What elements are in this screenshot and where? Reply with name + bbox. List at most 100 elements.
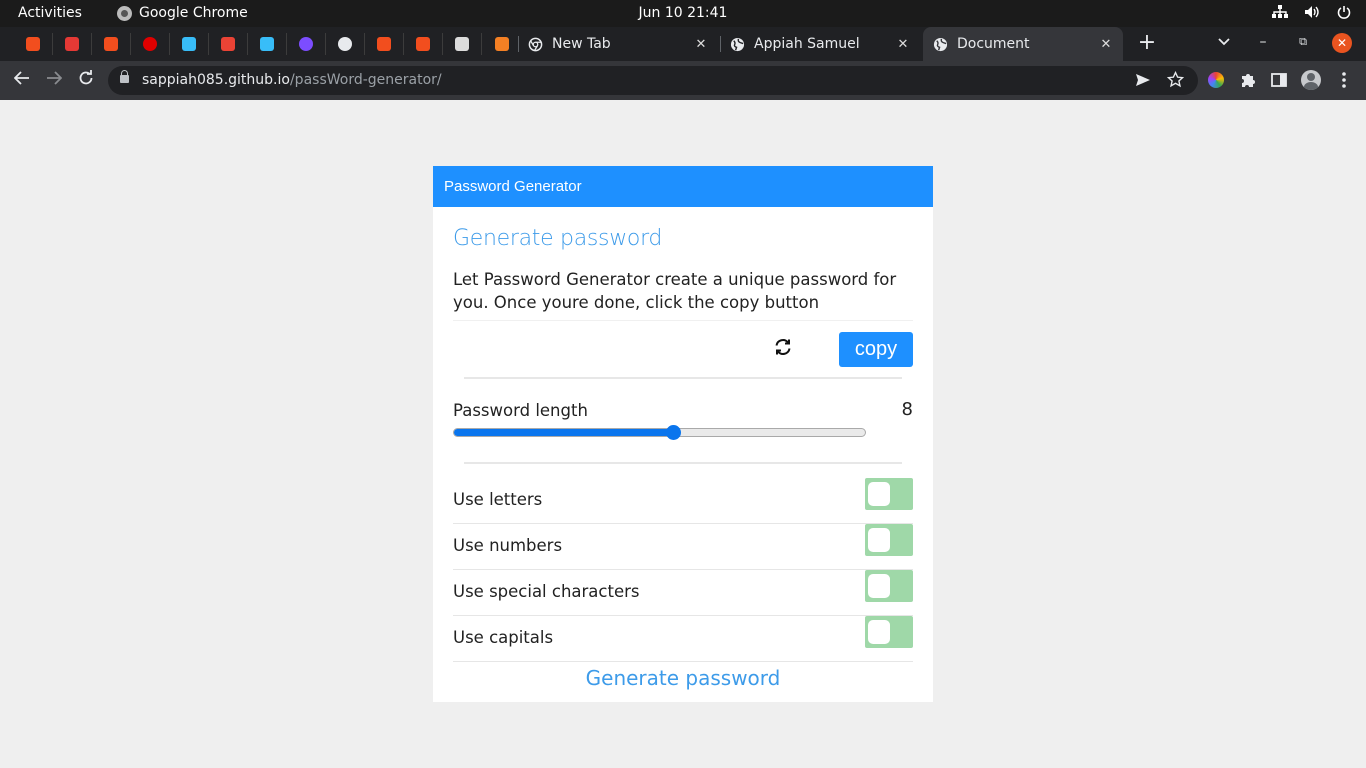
tab-search-icon[interactable]	[1213, 31, 1235, 53]
chrome-icon	[117, 5, 132, 21]
tab-strip: New Tab ✕ Appiah Samuel ✕ Document ✕ + –…	[0, 27, 1366, 61]
special-characters-toggle[interactable]	[865, 570, 913, 602]
figma-icon	[104, 37, 118, 51]
app-menu[interactable]: Google Chrome	[117, 5, 248, 21]
pinned-tab[interactable]	[287, 33, 326, 55]
side-panel-icon[interactable]	[1268, 69, 1290, 91]
tab-title: New Tab	[552, 36, 611, 52]
power-icon[interactable]	[1336, 4, 1352, 20]
pinned-tab[interactable]	[443, 33, 482, 55]
option-label: Use numbers	[453, 536, 563, 555]
stackoverflow-icon	[494, 37, 509, 51]
card-header: Password Generator	[433, 166, 933, 207]
toggle-knob	[868, 574, 890, 598]
reload-icon[interactable]	[74, 69, 98, 93]
browser-toolbar: sappiah085.github.io/passWord-generator/	[0, 61, 1366, 100]
password-length-label: Password length	[453, 401, 588, 420]
gmail-icon	[221, 37, 235, 51]
dashed-logo-icon	[65, 37, 79, 51]
pinned-tab[interactable]	[131, 33, 170, 55]
tab-title: Document	[957, 36, 1030, 52]
address-bar[interactable]: sappiah085.github.io/passWord-generator/	[108, 66, 1198, 95]
close-icon[interactable]: ✕	[894, 37, 912, 52]
option-use-capitals: Use capitals	[453, 616, 913, 662]
password-length-slider[interactable]	[453, 425, 866, 440]
url-text: sappiah085.github.io/passWord-generator/	[142, 72, 442, 88]
tab-new-tab[interactable]: New Tab ✕	[518, 27, 718, 61]
window-close-icon[interactable]: ✕	[1332, 33, 1352, 53]
url-host: sappiah085.github.io	[142, 72, 290, 88]
option-use-numbers: Use numbers	[453, 524, 913, 570]
copy-button[interactable]: copy	[839, 332, 913, 367]
pinned-tab[interactable]	[365, 33, 404, 55]
capitals-toggle[interactable]	[865, 616, 913, 648]
pinned-tab[interactable]	[482, 33, 521, 55]
hand-icon	[455, 37, 469, 51]
restore-icon[interactable]: ⧉	[1292, 31, 1314, 53]
password-generator-card: Password Generator Generate password Let…	[433, 166, 933, 702]
pinned-tab[interactable]	[209, 33, 248, 55]
tab-title: Appiah Samuel	[754, 36, 860, 52]
password-output-row: copy	[453, 320, 913, 372]
divider	[464, 377, 902, 379]
tab-appiah-samuel[interactable]: Appiah Samuel ✕	[720, 27, 920, 61]
numbers-toggle[interactable]	[865, 524, 913, 556]
globe-icon	[338, 37, 352, 51]
figma-icon	[377, 37, 391, 51]
letters-toggle[interactable]	[865, 478, 913, 510]
system-tray[interactable]	[1272, 4, 1352, 20]
minimize-icon[interactable]: –	[1252, 31, 1274, 53]
lock-icon[interactable]	[120, 70, 129, 83]
pinned-tab[interactable]	[92, 33, 131, 55]
toggle-knob	[868, 620, 890, 644]
option-use-special-characters: Use special characters	[453, 570, 913, 616]
close-icon[interactable]: ✕	[1097, 37, 1115, 52]
app-name: Google Chrome	[139, 5, 248, 21]
s-badge-icon	[299, 37, 313, 51]
pinned-tab[interactable]	[53, 33, 92, 55]
chrome-icon	[528, 37, 543, 51]
option-label: Use special characters	[453, 582, 640, 601]
toggle-knob	[868, 528, 890, 552]
tailwind-icon	[182, 37, 196, 51]
globe-icon	[933, 37, 948, 51]
send-icon[interactable]	[1135, 72, 1151, 92]
url-path: /passWord-generator/	[289, 72, 442, 88]
activities-button[interactable]: Activities	[18, 5, 82, 21]
bookmark-star-icon[interactable]	[1166, 70, 1185, 92]
pinned-tab[interactable]	[326, 33, 365, 55]
new-tab-button[interactable]: +	[1136, 31, 1158, 55]
forward-icon[interactable]	[42, 69, 66, 93]
figma-icon	[416, 37, 430, 51]
option-label: Use capitals	[453, 628, 554, 647]
system-top-bar: Activities Google Chrome Jun 10 21:41	[0, 0, 1366, 27]
record-icon	[143, 37, 157, 51]
extensions-puzzle-icon[interactable]	[1237, 69, 1259, 91]
pinned-tab[interactable]	[14, 33, 53, 55]
description-text: Let Password Generator create a unique p…	[453, 270, 897, 312]
close-icon[interactable]: ✕	[692, 37, 710, 52]
network-icon[interactable]	[1272, 4, 1288, 20]
toggle-knob	[868, 482, 890, 506]
page-title: Generate password	[453, 226, 663, 251]
figma-icon	[26, 37, 40, 51]
profile-avatar[interactable]	[1300, 69, 1322, 91]
volume-icon[interactable]	[1304, 4, 1320, 20]
pinned-tab[interactable]	[404, 33, 443, 55]
tailwind-icon	[260, 37, 274, 51]
generate-password-button[interactable]: Generate password	[433, 666, 933, 690]
divider	[464, 462, 902, 464]
avatar-icon	[1301, 70, 1321, 90]
option-label: Use letters	[453, 490, 543, 509]
slider-fill	[454, 429, 674, 436]
refresh-icon[interactable]	[774, 338, 792, 356]
pinned-tab[interactable]	[170, 33, 209, 55]
slider-thumb[interactable]	[666, 425, 682, 440]
color-picker-extension-icon[interactable]	[1205, 69, 1227, 91]
globe-icon	[730, 37, 745, 51]
pinned-tabs	[14, 33, 521, 55]
kebab-menu-icon[interactable]	[1333, 69, 1355, 91]
tab-document[interactable]: Document ✕	[923, 27, 1123, 61]
back-icon[interactable]	[10, 69, 34, 93]
pinned-tab[interactable]	[248, 33, 287, 55]
